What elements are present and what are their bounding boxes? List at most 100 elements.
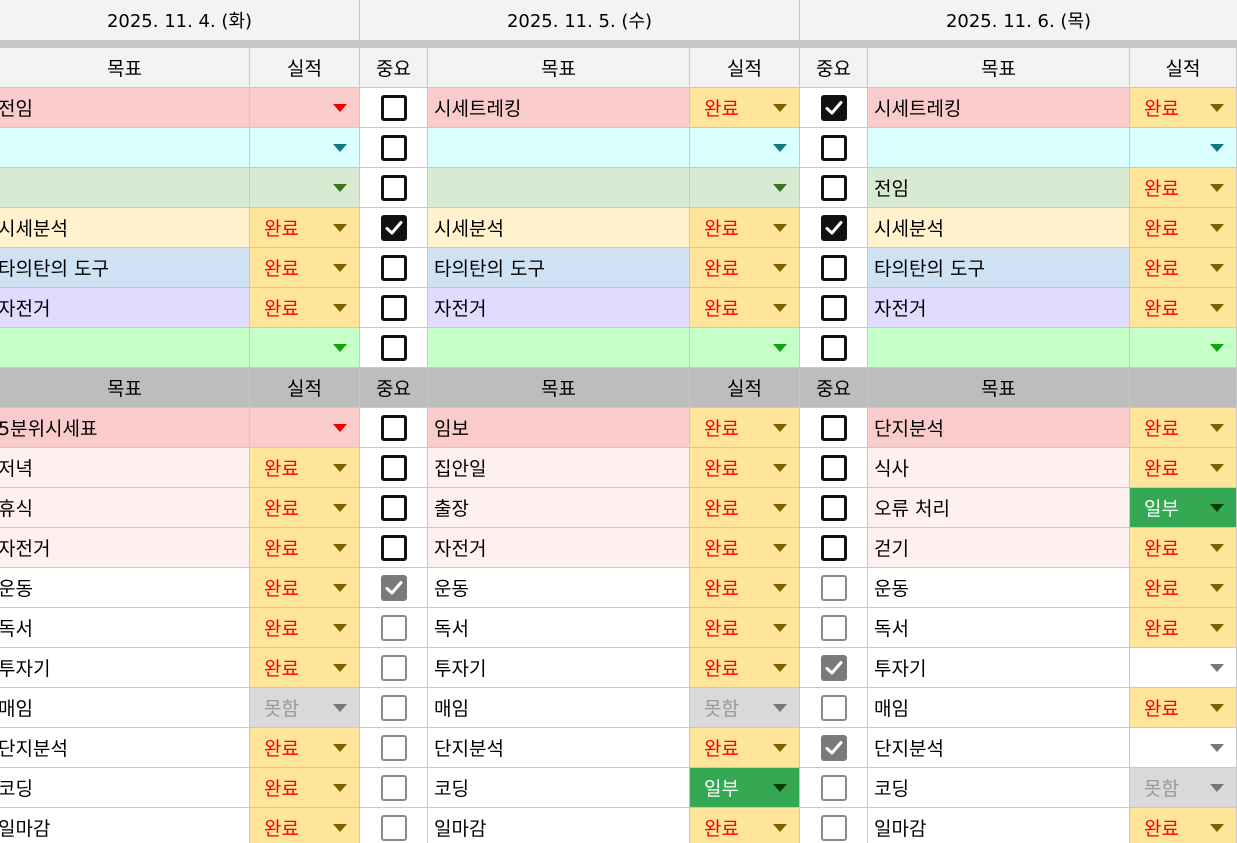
chevron-down-icon[interactable]: [333, 744, 347, 752]
result-dropdown[interactable]: 완료: [690, 208, 800, 248]
chevron-down-icon[interactable]: [333, 224, 347, 232]
important-checkbox[interactable]: [380, 94, 407, 121]
chevron-down-icon[interactable]: [773, 464, 787, 472]
important-checkbox[interactable]: [380, 134, 407, 161]
goal-cell[interactable]: 운동: [868, 568, 1130, 608]
goal-cell[interactable]: 임보: [428, 408, 690, 448]
result-dropdown[interactable]: 완료: [690, 608, 800, 648]
chevron-down-icon[interactable]: [1210, 824, 1224, 832]
result-dropdown[interactable]: 완료: [690, 488, 800, 528]
important-checkbox[interactable]: [380, 174, 407, 201]
chevron-down-icon[interactable]: [773, 224, 787, 232]
important-checkbox[interactable]: [380, 494, 407, 521]
result-dropdown[interactable]: 완료: [1130, 808, 1237, 843]
result-dropdown[interactable]: 완료: [250, 808, 360, 843]
goal-cell[interactable]: 운동: [0, 568, 250, 608]
result-dropdown[interactable]: 완료: [690, 288, 800, 328]
goal-cell[interactable]: 코딩: [0, 768, 250, 808]
goal-cell[interactable]: 타의탄의 도구: [0, 248, 250, 288]
chevron-down-icon[interactable]: [773, 424, 787, 432]
goal-cell[interactable]: 식사: [868, 448, 1130, 488]
chevron-down-icon[interactable]: [1210, 664, 1224, 672]
result-dropdown[interactable]: 완료: [1130, 408, 1237, 448]
result-dropdown[interactable]: 완료: [690, 728, 800, 768]
goal-cell[interactable]: 시세분석: [0, 208, 250, 248]
goal-cell[interactable]: 걷기: [868, 528, 1130, 568]
goal-cell[interactable]: 코딩: [428, 768, 690, 808]
important-checkbox[interactable]: [820, 414, 847, 441]
goal-cell[interactable]: 타의탄의 도구: [868, 248, 1130, 288]
goal-cell[interactable]: 코딩: [868, 768, 1130, 808]
result-dropdown[interactable]: [1130, 728, 1237, 768]
result-dropdown[interactable]: 완료: [250, 288, 360, 328]
result-dropdown[interactable]: 못함: [250, 688, 360, 728]
chevron-down-icon[interactable]: [333, 344, 347, 352]
chevron-down-icon[interactable]: [1210, 184, 1224, 192]
chevron-down-icon[interactable]: [773, 824, 787, 832]
result-dropdown[interactable]: 완료: [690, 568, 800, 608]
important-checkbox[interactable]: [820, 254, 847, 281]
chevron-down-icon[interactable]: [333, 784, 347, 792]
result-dropdown[interactable]: 완료: [250, 208, 360, 248]
chevron-down-icon[interactable]: [1210, 504, 1224, 512]
goal-cell[interactable]: 시세트레킹: [868, 88, 1130, 128]
goal-cell[interactable]: 투자기: [0, 648, 250, 688]
important-checkbox[interactable]: [380, 694, 407, 721]
chevron-down-icon[interactable]: [333, 144, 347, 152]
result-dropdown[interactable]: 완료: [1130, 568, 1237, 608]
result-dropdown[interactable]: 완료: [250, 768, 360, 808]
important-checkbox[interactable]: [820, 334, 847, 361]
result-dropdown[interactable]: 완료: [250, 248, 360, 288]
important-checkbox[interactable]: [380, 454, 407, 481]
important-checkbox[interactable]: [820, 134, 847, 161]
important-checkbox[interactable]: [820, 574, 847, 601]
goal-cell[interactable]: 저녁: [0, 448, 250, 488]
important-checkbox[interactable]: [380, 294, 407, 321]
chevron-down-icon[interactable]: [1210, 304, 1224, 312]
chevron-down-icon[interactable]: [1210, 624, 1224, 632]
chevron-down-icon[interactable]: [333, 824, 347, 832]
chevron-down-icon[interactable]: [1210, 104, 1224, 112]
result-dropdown[interactable]: 완료: [690, 528, 800, 568]
result-dropdown[interactable]: 완료: [250, 528, 360, 568]
goal-cell[interactable]: 오류 처리: [868, 488, 1130, 528]
goal-cell[interactable]: 자전거: [0, 288, 250, 328]
goal-cell[interactable]: [0, 168, 250, 208]
important-checkbox[interactable]: [380, 214, 407, 241]
goal-cell[interactable]: 5분위시세표: [0, 408, 250, 448]
chevron-down-icon[interactable]: [773, 704, 787, 712]
goal-cell[interactable]: 일마감: [428, 808, 690, 843]
result-dropdown[interactable]: 완료: [250, 568, 360, 608]
result-dropdown[interactable]: [1130, 328, 1237, 368]
important-checkbox[interactable]: [820, 294, 847, 321]
goal-cell[interactable]: 시세분석: [868, 208, 1130, 248]
goal-cell[interactable]: 전임: [0, 88, 250, 128]
goal-cell[interactable]: [428, 168, 690, 208]
goal-cell[interactable]: 전임: [868, 168, 1130, 208]
chevron-down-icon[interactable]: [773, 344, 787, 352]
important-checkbox[interactable]: [820, 174, 847, 201]
chevron-down-icon[interactable]: [333, 424, 347, 432]
goal-cell[interactable]: 독서: [0, 608, 250, 648]
chevron-down-icon[interactable]: [773, 184, 787, 192]
important-checkbox[interactable]: [380, 254, 407, 281]
result-dropdown[interactable]: 완료: [690, 248, 800, 288]
goal-cell[interactable]: 자전거: [428, 288, 690, 328]
goal-cell[interactable]: 매임: [0, 688, 250, 728]
result-dropdown[interactable]: [250, 328, 360, 368]
result-dropdown[interactable]: 완료: [250, 488, 360, 528]
chevron-down-icon[interactable]: [333, 184, 347, 192]
chevron-down-icon[interactable]: [333, 624, 347, 632]
goal-cell[interactable]: 집안일: [428, 448, 690, 488]
result-dropdown[interactable]: 완료: [1130, 688, 1237, 728]
result-dropdown[interactable]: [250, 408, 360, 448]
chevron-down-icon[interactable]: [333, 304, 347, 312]
result-dropdown[interactable]: 완료: [1130, 168, 1237, 208]
chevron-down-icon[interactable]: [773, 544, 787, 552]
chevron-down-icon[interactable]: [1210, 744, 1224, 752]
result-dropdown[interactable]: [690, 128, 800, 168]
important-checkbox[interactable]: [820, 654, 847, 681]
chevron-down-icon[interactable]: [1210, 584, 1224, 592]
goal-cell[interactable]: [868, 128, 1130, 168]
important-checkbox[interactable]: [380, 414, 407, 441]
